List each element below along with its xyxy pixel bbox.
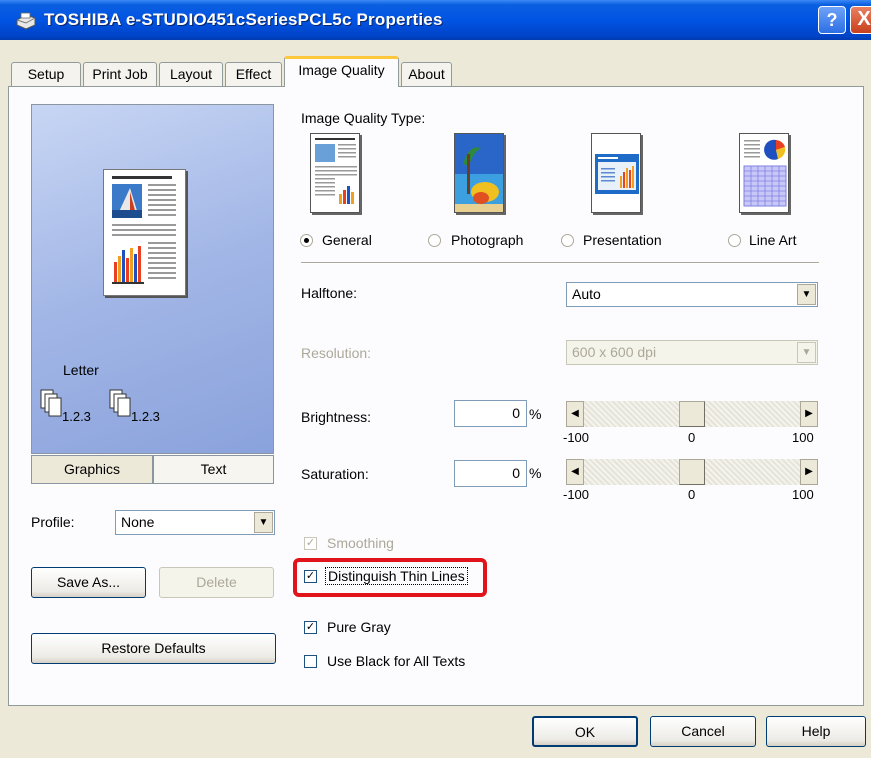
chevron-down-icon[interactable]: ▼ — [797, 284, 816, 305]
resolution-label: Resolution: — [301, 345, 372, 361]
general-label[interactable]: General — [322, 232, 372, 248]
saturation-right-arrow[interactable]: ▶ — [800, 459, 818, 485]
line-art-label[interactable]: Line Art — [749, 232, 796, 248]
halftone-label: Halftone: — [301, 285, 358, 301]
resolution-value: 600 x 600 dpi — [572, 344, 657, 360]
preview-page-thumbnail — [103, 169, 186, 296]
collate-pages-icon — [40, 389, 62, 417]
properties-dialog: TOSHIBA e-STUDIO451cSeriesPCL5c Properti… — [0, 0, 871, 758]
presentation-type-thumbnail[interactable] — [591, 133, 641, 213]
photograph-type-graphic — [455, 134, 503, 212]
resolution-dropdown[interactable]: 600 x 600 dpi ▼ — [566, 340, 818, 365]
presentation-label[interactable]: Presentation — [583, 232, 662, 248]
use-black-label[interactable]: Use Black for All Texts — [327, 653, 465, 669]
restore-defaults-button[interactable]: Restore Defaults — [31, 633, 276, 664]
saturation-min: -100 — [563, 487, 590, 502]
line-art-radio[interactable] — [728, 234, 741, 247]
halftone-dropdown[interactable]: Auto ▼ — [566, 282, 818, 307]
smoothing-label[interactable]: Smoothing — [327, 535, 394, 551]
tab-effect[interactable]: Effect — [225, 62, 282, 86]
profile-dropdown[interactable]: None ▼ — [115, 510, 275, 535]
halftone-value: Auto — [572, 286, 601, 302]
photograph-type-thumbnail[interactable] — [454, 133, 504, 213]
close-button[interactable]: X — [850, 6, 871, 34]
collate-pages-icon — [109, 389, 131, 417]
delete-button[interactable]: Delete — [159, 567, 274, 598]
tab-print-job[interactable]: Print Job — [83, 62, 157, 86]
general-radio[interactable] — [300, 234, 313, 247]
highlight-box — [293, 558, 487, 597]
brightness-mid: 0 — [688, 430, 696, 445]
saturation-slider-thumb[interactable] — [679, 459, 705, 485]
saturation-unit: % — [529, 465, 542, 481]
chevron-down-icon[interactable]: ▼ — [797, 342, 816, 363]
presentation-type-graphic — [592, 134, 640, 212]
graphics-mode-button[interactable]: Graphics — [31, 455, 153, 484]
tab-layout[interactable]: Layout — [159, 62, 223, 86]
window-title: TOSHIBA e-STUDIO451cSeriesPCL5c Properti… — [44, 10, 443, 29]
profile-value: None — [121, 514, 155, 530]
saturation-left-arrow[interactable]: ◀ — [566, 459, 584, 485]
collate-label-2: 1.2.3 — [131, 409, 160, 424]
photograph-radio[interactable] — [428, 234, 441, 247]
brightness-right-arrow[interactable]: ▶ — [800, 401, 818, 427]
pure-gray-label[interactable]: Pure Gray — [327, 619, 391, 635]
cancel-button[interactable]: Cancel — [650, 716, 756, 747]
printer-icon — [16, 12, 36, 30]
general-type-graphic — [315, 138, 357, 204]
brightness-unit: % — [529, 406, 542, 422]
separator — [301, 262, 819, 264]
saturation-mid: 0 — [688, 487, 696, 502]
general-type-thumbnail[interactable] — [310, 133, 360, 213]
ok-button[interactable]: OK — [532, 716, 638, 747]
saturation-input[interactable]: 0 — [454, 460, 527, 487]
title-bar[interactable]: TOSHIBA e-STUDIO451cSeriesPCL5c Properti… — [0, 0, 871, 40]
brightness-min: -100 — [563, 430, 590, 445]
line-art-type-thumbnail[interactable] — [739, 133, 789, 213]
image-quality-type-label: Image Quality Type: — [301, 110, 426, 126]
brightness-max: 100 — [792, 430, 814, 445]
brightness-label: Brightness: — [301, 409, 372, 425]
help-button[interactable]: Help — [766, 716, 866, 747]
paper-size-label: Letter — [63, 362, 99, 378]
profile-label: Profile: — [31, 514, 75, 530]
pure-gray-checkbox[interactable]: ✓ — [304, 621, 317, 634]
brightness-input[interactable]: 0 — [454, 400, 527, 427]
presentation-radio[interactable] — [561, 234, 574, 247]
saturation-label: Saturation: — [301, 466, 369, 482]
preview-page-graphic — [112, 176, 176, 284]
close-icon: X — [857, 8, 871, 30]
text-mode-button[interactable]: Text — [153, 455, 274, 484]
photograph-label[interactable]: Photograph — [451, 232, 523, 248]
tab-setup[interactable]: Setup — [11, 62, 81, 86]
brightness-left-arrow[interactable]: ◀ — [566, 401, 584, 427]
tab-image-quality[interactable]: Image Quality — [284, 56, 399, 87]
tab-about[interactable]: About — [401, 62, 452, 86]
save-as-button[interactable]: Save As... — [31, 567, 146, 598]
line-art-type-graphic — [740, 134, 788, 212]
saturation-max: 100 — [792, 487, 814, 502]
collate-label-1: 1.2.3 — [62, 409, 91, 424]
help-title-button[interactable]: ? — [818, 6, 846, 34]
use-black-checkbox[interactable] — [304, 655, 317, 668]
smoothing-checkbox[interactable]: ✓ — [304, 537, 317, 550]
chevron-down-icon[interactable]: ▼ — [254, 512, 273, 533]
brightness-slider-thumb[interactable] — [679, 401, 705, 427]
